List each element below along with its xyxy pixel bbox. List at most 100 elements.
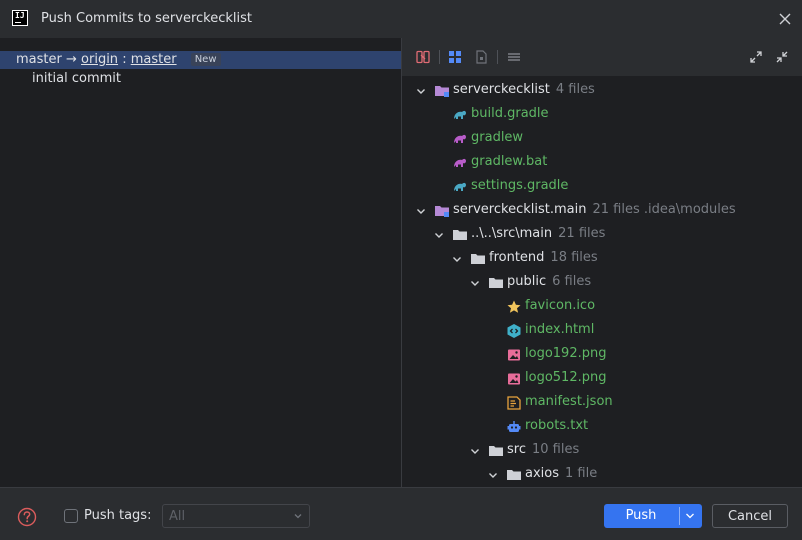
gradlew-icon bbox=[454, 134, 466, 143]
new-badge: New bbox=[190, 53, 221, 66]
chevron-down-icon[interactable] bbox=[469, 445, 481, 457]
file-count: 21 files bbox=[558, 226, 606, 241]
robot-icon bbox=[507, 421, 521, 432]
push-dropdown-chevron-icon[interactable] bbox=[685, 512, 695, 520]
tree-node-module[interactable]: serverckecklist.main 21 files .idea\modul… bbox=[402, 199, 802, 223]
gradle-icon bbox=[454, 182, 466, 191]
file-count: 10 files bbox=[531, 442, 580, 457]
tree-node-label: frontend bbox=[489, 250, 545, 265]
module-folder-icon bbox=[435, 206, 449, 217]
dialog-footer: Push tags: All Push Cancel bbox=[0, 487, 802, 540]
chevron-down-icon bbox=[294, 514, 302, 519]
file-count: 21 files .idea\modules bbox=[592, 202, 736, 217]
tree-node-file[interactable]: robots.txt bbox=[402, 415, 802, 439]
help-icon[interactable] bbox=[17, 507, 37, 527]
tree-node-file[interactable]: favicon.ico bbox=[402, 295, 802, 319]
push-button[interactable]: Push bbox=[604, 504, 702, 528]
chevron-down-icon[interactable] bbox=[469, 277, 481, 289]
push-button-divider bbox=[679, 507, 680, 525]
tree-node-module[interactable]: serverckecklist 4 files bbox=[402, 79, 802, 103]
title-bar: IJ Push Commits to serverckecklist bbox=[0, 0, 802, 38]
tree-node-label: manifest.json bbox=[525, 394, 613, 409]
tree-node-label: favicon.ico bbox=[525, 298, 596, 313]
collapse-all-icon[interactable] bbox=[774, 49, 790, 65]
tree-node-label: logo512.png bbox=[525, 370, 607, 385]
folder-icon bbox=[507, 470, 521, 480]
push-tags-label[interactable]: Push tags: bbox=[84, 508, 151, 523]
arrow-right-icon: → bbox=[65, 52, 77, 67]
tree-node-file[interactable]: logo192.png bbox=[402, 343, 802, 367]
chevron-down-icon[interactable] bbox=[433, 229, 445, 241]
tree-node-file[interactable]: manifest.json bbox=[402, 391, 802, 415]
tree-node-label: serverckecklist.main bbox=[453, 202, 587, 217]
module-folder-icon bbox=[435, 86, 449, 97]
cancel-button[interactable]: Cancel bbox=[712, 504, 788, 528]
window-title: Push Commits to serverckecklist bbox=[41, 11, 252, 26]
tree-node-file[interactable]: index.html bbox=[402, 319, 802, 343]
tree-node-label: robots.txt bbox=[525, 418, 589, 433]
push-button-label: Push bbox=[625, 508, 657, 523]
tree-node-folder[interactable]: axios 1 file bbox=[402, 463, 802, 487]
local-branch: master bbox=[16, 52, 62, 67]
changes-toolbar bbox=[402, 38, 802, 76]
file-count: 18 files bbox=[550, 250, 598, 265]
tree-node-folder[interactable]: public 6 files bbox=[402, 271, 802, 295]
tree-node-file[interactable]: build.gradle bbox=[402, 103, 802, 127]
tree-node-folder[interactable]: src 10 files bbox=[402, 439, 802, 463]
chevron-down-icon[interactable] bbox=[451, 253, 463, 265]
folder-icon bbox=[453, 230, 467, 240]
branch-spec: master → origin : master New bbox=[16, 52, 221, 67]
tree-node-label: axios bbox=[525, 466, 559, 481]
push-tags-select[interactable]: All bbox=[162, 504, 310, 528]
push-tags-checkbox[interactable] bbox=[64, 509, 78, 523]
chevron-down-icon[interactable] bbox=[415, 205, 427, 217]
chevron-down-icon[interactable] bbox=[415, 85, 427, 97]
file-count: 6 files bbox=[552, 274, 592, 289]
remote-branch-link[interactable]: master bbox=[131, 52, 177, 67]
gradle-icon bbox=[454, 110, 466, 119]
tree-node-label: serverckecklist bbox=[453, 82, 550, 97]
tree-node-label: build.gradle bbox=[471, 106, 549, 121]
tree-node-label: public bbox=[507, 274, 547, 289]
html-file-icon bbox=[507, 324, 521, 338]
gradlew-icon bbox=[454, 158, 466, 167]
remote-link[interactable]: origin bbox=[81, 52, 118, 67]
tree-node-label: index.html bbox=[525, 322, 595, 337]
expand-all-icon[interactable] bbox=[748, 49, 764, 65]
image-file-icon bbox=[508, 349, 520, 361]
image-file-icon bbox=[508, 373, 520, 385]
intellij-logo-icon: IJ bbox=[12, 10, 28, 26]
close-icon[interactable] bbox=[776, 10, 794, 28]
tree-node-label: ..\..\src\main bbox=[471, 226, 553, 241]
branch-row[interactable]: master → origin : master New bbox=[0, 51, 401, 69]
tree-node-label: src bbox=[507, 442, 526, 457]
star-icon bbox=[507, 300, 521, 313]
show-diff-icon[interactable] bbox=[415, 49, 431, 65]
tree-node-file[interactable]: gradlew bbox=[402, 127, 802, 151]
tree-node-folder[interactable]: ..\..\src\main 21 files bbox=[402, 223, 802, 247]
commits-panel: master → origin : master New initial com… bbox=[0, 38, 402, 487]
chevron-down-icon[interactable] bbox=[487, 469, 499, 481]
folder-icon bbox=[471, 254, 485, 264]
tree-node-file[interactable]: gradlew.bat bbox=[402, 151, 802, 175]
tree-node-folder[interactable]: frontend 18 files bbox=[402, 247, 802, 271]
group-by-icon[interactable] bbox=[447, 49, 463, 65]
push-tags-select-value: All bbox=[169, 509, 186, 524]
branch-separator: : bbox=[122, 52, 127, 67]
file-count: 4 files bbox=[555, 82, 595, 97]
cancel-button-label: Cancel bbox=[727, 509, 773, 524]
tree-node-label: logo192.png bbox=[525, 346, 607, 361]
json-file-icon bbox=[507, 396, 521, 410]
tree-node-label: gradlew bbox=[471, 130, 524, 145]
tree-node-label: gradlew.bat bbox=[471, 154, 548, 169]
options-icon[interactable] bbox=[506, 49, 522, 65]
folder-icon bbox=[489, 446, 503, 456]
commit-item[interactable]: initial commit bbox=[32, 71, 121, 86]
folder-icon bbox=[489, 278, 503, 288]
tree-node-file[interactable]: logo512.png bbox=[402, 367, 802, 391]
toolbar-separator bbox=[439, 50, 440, 64]
file-count: 1 file bbox=[565, 466, 598, 481]
file-icon[interactable] bbox=[473, 49, 489, 65]
changes-panel: serverckecklist 4 files build.gradle grad… bbox=[402, 38, 802, 487]
tree-node-file[interactable]: settings.gradle bbox=[402, 175, 802, 199]
